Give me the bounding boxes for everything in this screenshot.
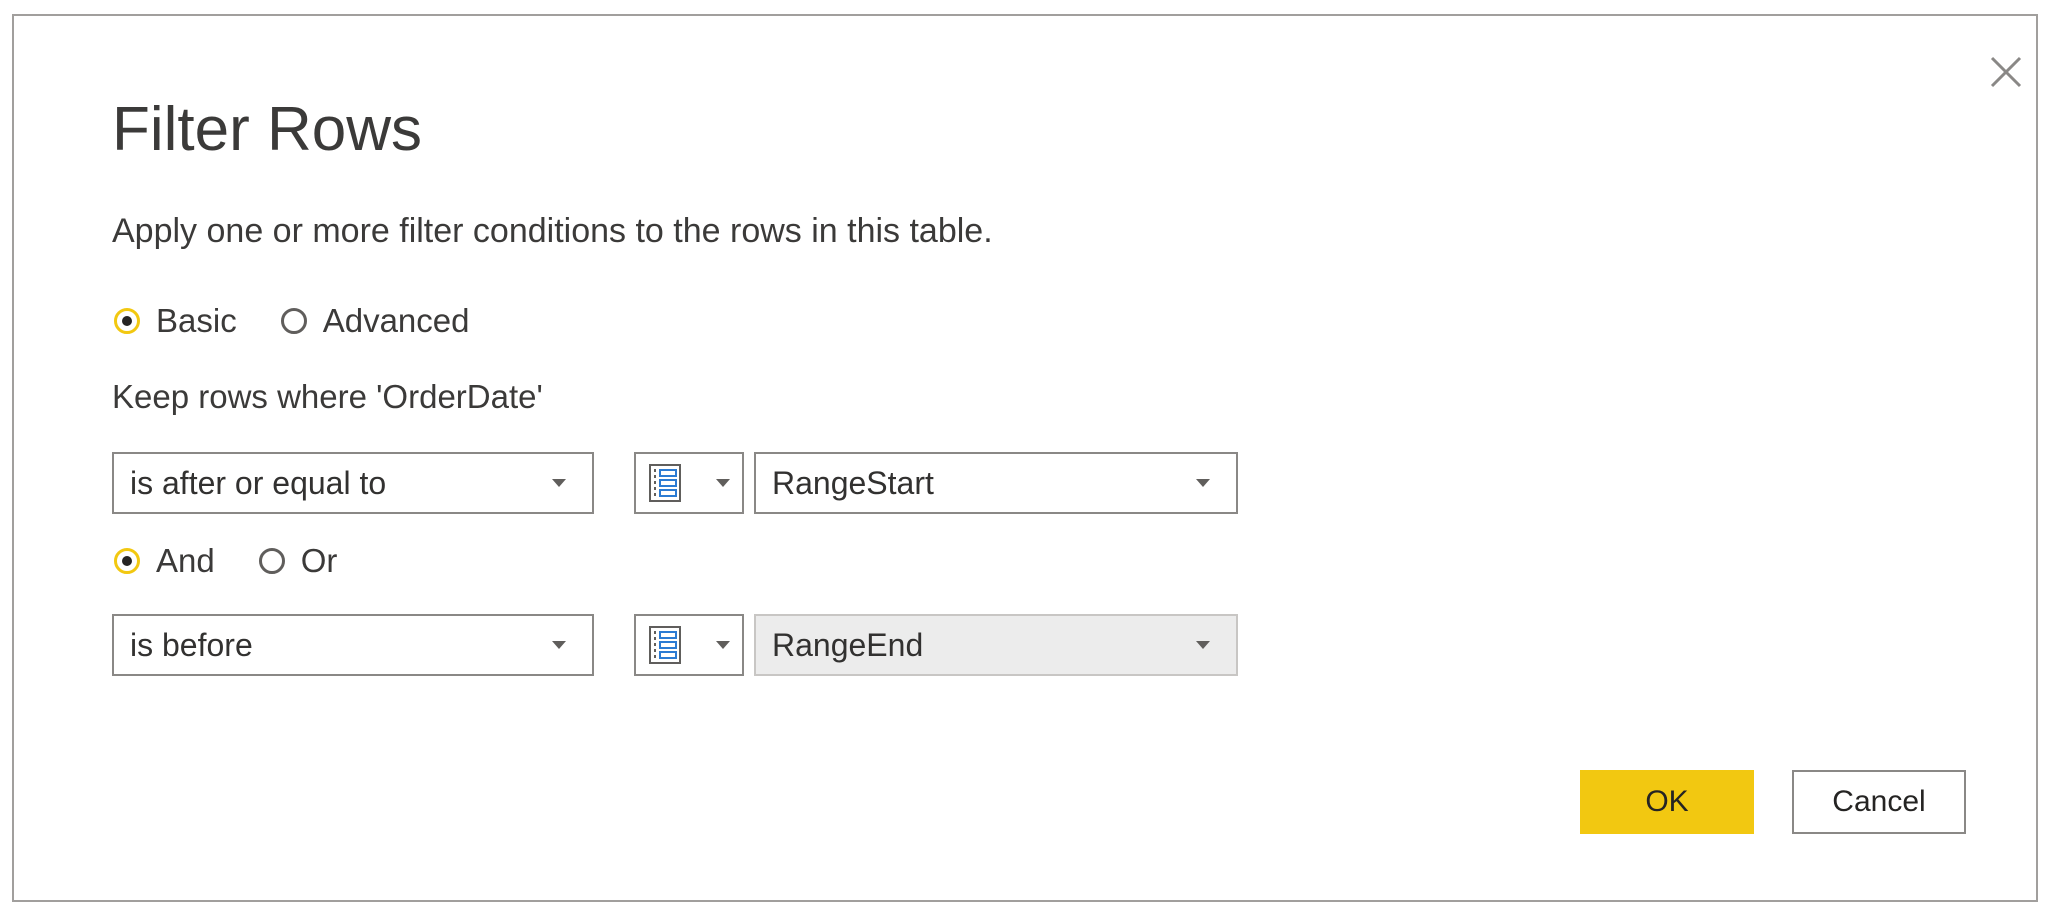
- condition-1-value-type-dropdown[interactable]: [634, 452, 744, 514]
- chevron-down-icon: [716, 479, 730, 487]
- radio-or[interactable]: Or: [258, 542, 338, 580]
- condition-1-value-dropdown[interactable]: RangeStart: [754, 452, 1238, 514]
- chevron-down-icon: [1196, 641, 1210, 649]
- condition-2-operator-dropdown[interactable]: is before: [112, 614, 594, 676]
- close-icon: [1990, 56, 2022, 88]
- dialog-title: Filter Rows: [112, 95, 423, 164]
- chevron-down-icon: [552, 641, 566, 649]
- radio-unselected-icon: [258, 548, 285, 574]
- close-button[interactable]: [1976, 42, 2036, 102]
- dialog-subtitle: Apply one or more filter conditions to t…: [112, 212, 993, 250]
- radio-selected-icon: [114, 308, 140, 334]
- chevron-down-icon: [716, 641, 730, 649]
- parameter-icon: [649, 626, 681, 664]
- radio-advanced-label: Advanced: [322, 302, 470, 339]
- ok-button[interactable]: OK: [1580, 770, 1754, 834]
- radio-selected-icon: [114, 548, 140, 574]
- radio-and-label: And: [156, 542, 215, 579]
- radio-basic[interactable]: Basic: [114, 302, 237, 340]
- condition-2-value-text: RangeEnd: [772, 626, 924, 663]
- condition-1-operator-text: is after or equal to: [130, 464, 387, 501]
- condition-2-operator-text: is before: [130, 626, 253, 663]
- filter-rows-dialog: Filter Rows Apply one or more filter con…: [12, 14, 2038, 902]
- condition-1-operator-dropdown[interactable]: is after or equal to: [112, 452, 594, 514]
- radio-basic-label: Basic: [156, 302, 237, 339]
- cancel-button[interactable]: Cancel: [1792, 770, 1966, 834]
- chevron-down-icon: [552, 479, 566, 487]
- chevron-down-icon: [1196, 479, 1210, 487]
- radio-advanced[interactable]: Advanced: [280, 302, 470, 340]
- radio-and[interactable]: And: [114, 542, 215, 580]
- keep-rows-label: Keep rows where 'OrderDate': [112, 378, 543, 415]
- condition-1-value-text: RangeStart: [772, 464, 934, 501]
- logic-radio-group: And Or: [114, 542, 381, 580]
- condition-2-value-dropdown[interactable]: RangeEnd: [754, 614, 1238, 676]
- parameter-icon: [649, 464, 681, 502]
- radio-or-label: Or: [300, 542, 338, 579]
- mode-radio-group: Basic Advanced: [114, 302, 513, 340]
- condition-2-value-type-dropdown[interactable]: [634, 614, 744, 676]
- radio-unselected-icon: [280, 308, 307, 334]
